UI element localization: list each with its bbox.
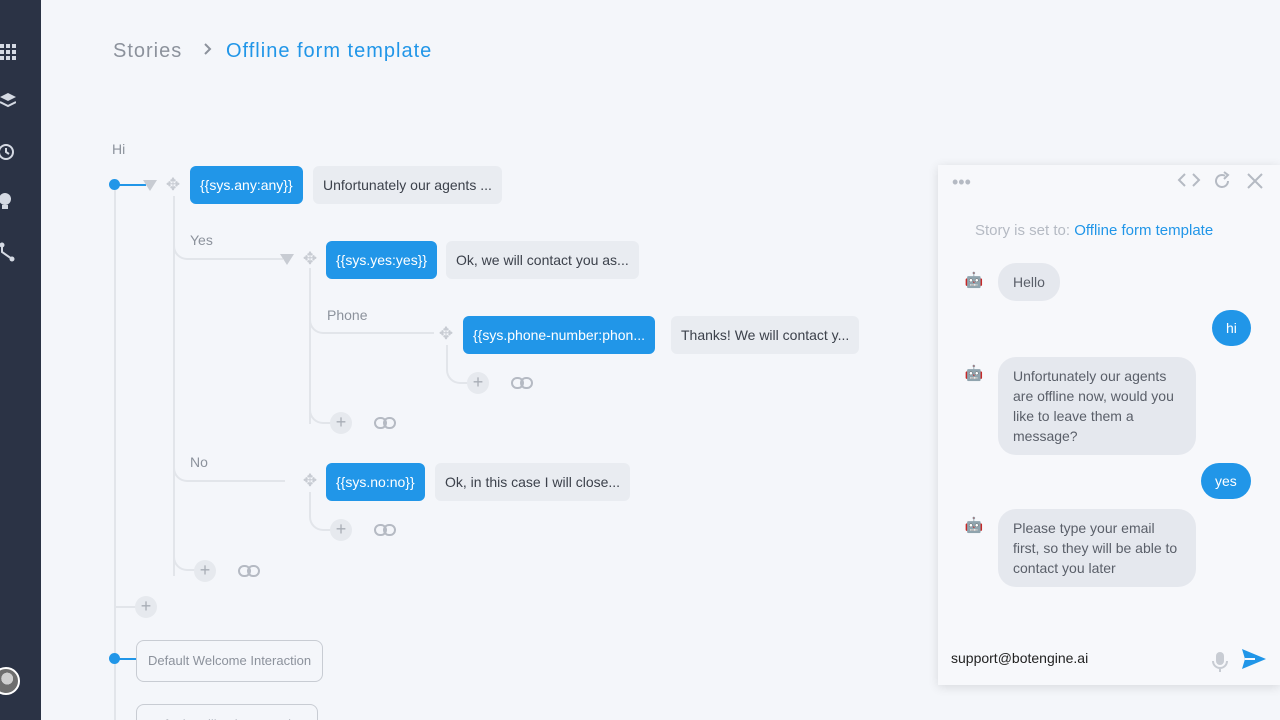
user-message: hi	[1212, 310, 1251, 346]
story-default-fallback[interactable]: Default Fallback Interaction	[136, 704, 318, 720]
send-icon[interactable]	[1241, 648, 1267, 676]
link-icon[interactable]	[374, 417, 396, 431]
story-dot[interactable]	[109, 653, 120, 664]
link-icon[interactable]	[238, 565, 260, 579]
root-vertical-line	[114, 190, 116, 720]
yes-add-connector	[309, 404, 331, 424]
chevron-right-icon	[203, 41, 213, 62]
collapse-caret-icon[interactable]	[143, 180, 157, 191]
intent-sys-no[interactable]: {{sys.no:no}}	[326, 463, 425, 501]
root-plus-connector	[114, 606, 136, 608]
bot-message: Please type your email first, so they wi…	[998, 509, 1196, 587]
story-set-status: Story is set to: Offline form template	[975, 222, 1213, 239]
add-reply-button[interactable]: +	[467, 372, 489, 394]
no-add-connector	[309, 492, 331, 531]
drag-handle-icon[interactable]: ✥	[301, 250, 319, 268]
story-default-welcome[interactable]: Default Welcome Interaction	[136, 640, 324, 682]
refresh-icon[interactable]	[1212, 171, 1232, 195]
root-dot[interactable]	[109, 179, 120, 190]
bot-icon: 🤖	[964, 272, 984, 289]
drag-handle-icon[interactable]: ✥	[437, 325, 455, 343]
add-branch-button[interactable]: +	[330, 412, 352, 434]
collapse-caret-icon[interactable]	[280, 254, 294, 265]
bot-message: Hello	[998, 263, 1060, 301]
bot-message: Unfortunately our agents are offline now…	[998, 357, 1196, 455]
add-branch-button[interactable]: +	[194, 560, 216, 582]
breadcrumb-stories-link[interactable]: Stories	[113, 40, 182, 63]
page-title: Offline form template	[226, 40, 433, 62]
close-icon[interactable]	[1246, 172, 1264, 194]
user-message: yes	[1201, 463, 1251, 499]
avatar[interactable]	[0, 667, 20, 695]
root-add-connector	[173, 556, 195, 571]
phone-add-connector	[446, 345, 468, 384]
bulb-icon[interactable]	[0, 192, 16, 210]
reply-unfortunately[interactable]: Unfortunately our agents ...	[313, 166, 502, 204]
branch-icon[interactable]	[0, 242, 16, 262]
layers-icon[interactable]	[0, 93, 17, 111]
more-options-icon[interactable]: •••	[952, 172, 971, 192]
yes-connector	[173, 236, 283, 260]
no-connector	[173, 458, 285, 482]
apps-grid-icon[interactable]	[0, 44, 16, 62]
reply-ok-we-will-contact[interactable]: Ok, we will contact you as...	[446, 241, 639, 279]
chat-panel: ••• Story is set to: Offline form templa…	[938, 165, 1280, 685]
code-icon[interactable]	[1177, 171, 1201, 193]
bot-icon: 🤖	[964, 517, 984, 534]
link-icon[interactable]	[374, 524, 396, 538]
intent-sys-yes[interactable]: {{sys.yes:yes}}	[326, 241, 438, 279]
history-icon[interactable]	[0, 143, 16, 161]
intent-sys-any[interactable]: {{sys.any:any}}	[190, 166, 303, 204]
story-set-value[interactable]: Offline form template	[1074, 222, 1213, 239]
link-icon[interactable]	[511, 377, 533, 391]
intent-sys-phone-number[interactable]: {{sys.phone-number:phon...	[463, 316, 656, 354]
drag-handle-icon[interactable]: ✥	[164, 176, 182, 194]
chat-message-input[interactable]	[951, 650, 1201, 666]
drag-handle-icon[interactable]: ✥	[301, 472, 319, 490]
add-interaction-button[interactable]: +	[135, 596, 157, 618]
add-reply-button[interactable]: +	[330, 519, 352, 541]
story-set-label: Story is set to:	[975, 222, 1071, 239]
reply-ok-in-this-case[interactable]: Ok, in this case I will close...	[435, 463, 631, 501]
tree-label-hi: Hi	[112, 141, 126, 157]
microphone-icon[interactable]	[1212, 651, 1228, 678]
reply-thanks[interactable]: Thanks! We will contact y...	[671, 316, 860, 354]
bot-icon: 🤖	[964, 365, 984, 382]
yes-vertical-line	[309, 268, 311, 424]
phone-connector	[309, 310, 434, 334]
sidebar	[0, 0, 41, 720]
